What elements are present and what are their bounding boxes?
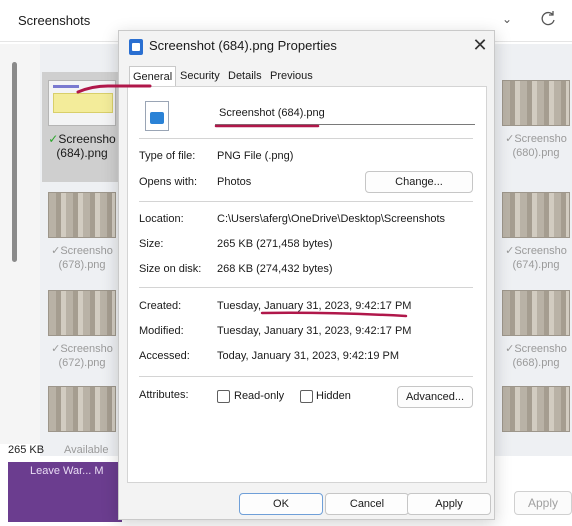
synced-check-icon: ✓ — [505, 343, 515, 355]
file-tile[interactable]: ✓Screensho (678).png — [42, 184, 122, 294]
size-label: Size: — [139, 238, 164, 250]
read-only-checkbox[interactable] — [217, 390, 230, 403]
tab-security[interactable]: Security — [177, 66, 223, 87]
hidden-checkbox[interactable] — [300, 390, 313, 403]
location-value: C:\Users\aferg\OneDrive\Desktop\Screensh… — [217, 213, 446, 225]
size-on-disk-value: 268 KB (274,432 bytes) — [217, 263, 333, 275]
dialog-title: Screenshot (684).png Properties — [149, 38, 337, 53]
filename-field[interactable]: Screenshot (684).png — [215, 103, 475, 125]
accessed-value: Today, January 31, 2023, 9:42:19 PM — [217, 350, 400, 362]
created-label: Created: — [139, 300, 182, 312]
modified-label: Modified: — [139, 325, 184, 337]
divider — [139, 287, 473, 288]
scrollbar[interactable] — [12, 62, 17, 262]
thumbnail-image — [502, 386, 570, 432]
divider — [139, 201, 473, 202]
hidden-label: Hidden — [316, 390, 351, 402]
divider — [139, 138, 473, 139]
status-size: 265 KB — [8, 444, 45, 456]
chevron-down-icon[interactable]: ⌄ — [502, 12, 518, 28]
properties-dialog: Screenshot (684).png Properties ✕ Genera… — [118, 30, 495, 520]
close-icon[interactable]: ✕ — [469, 34, 491, 56]
tab-general[interactable]: General — [129, 66, 177, 87]
advanced-button[interactable]: Advanced... — [397, 386, 473, 408]
synced-check-icon: ✓ — [51, 343, 61, 355]
thumbnail-image — [48, 80, 116, 126]
type-value: PNG File (.png) — [217, 150, 294, 162]
synced-check-icon: ✓ — [48, 132, 59, 146]
thumbnail-image — [48, 192, 116, 238]
file-label: ✓Screensho (674).png — [505, 245, 567, 271]
file-label: ✓Screensho (684).png — [48, 132, 116, 160]
ok-button[interactable]: OK — [239, 493, 323, 515]
thumbnail-image — [502, 80, 570, 126]
tab-previous-versions[interactable]: Previous Versions — [267, 66, 316, 102]
file-label: ✓Screensho (680).png — [505, 133, 567, 159]
file-label: ✓Screensho (668).png — [505, 343, 567, 369]
cancel-button[interactable]: Cancel — [325, 493, 409, 515]
file-label: ✓Screensho (672).png — [51, 343, 113, 369]
status-availability: Available — [64, 444, 109, 456]
file-label: ✓Screensho (678).png — [51, 245, 113, 271]
opens-with-value: Photos — [217, 176, 252, 188]
apply-button[interactable]: Apply — [407, 493, 491, 515]
read-only-label: Read-only — [234, 390, 285, 402]
accessed-label: Accessed: — [139, 350, 190, 362]
synced-check-icon: ✓ — [51, 245, 61, 257]
size-on-disk-label: Size on disk: — [139, 263, 202, 275]
file-tile[interactable]: ✓Screensho (668).png — [496, 282, 572, 392]
synced-check-icon: ✓ — [505, 245, 515, 257]
file-tile[interactable]: ✓Screensho (672).png — [42, 282, 122, 392]
thumbnail-image — [502, 192, 570, 238]
image-file-icon — [129, 39, 143, 55]
navigation-pane — [0, 44, 40, 444]
created-value: Tuesday, January 31, 2023, 9:42:17 PM — [217, 300, 412, 312]
size-value: 265 KB (271,458 bytes) — [217, 238, 333, 250]
attributes-label: Attributes: — [139, 389, 189, 401]
taskbar-app-label: Leave War... M — [30, 465, 104, 477]
general-tab-panel — [127, 86, 487, 483]
thumbnail-image — [502, 290, 570, 336]
type-label: Type of file: — [139, 150, 196, 162]
address-path[interactable]: Screenshots — [18, 13, 90, 28]
background-apply-button[interactable]: Apply — [514, 491, 572, 515]
file-tile[interactable] — [496, 378, 572, 438]
file-tile-selected[interactable]: ✓Screensho (684).png — [42, 72, 122, 182]
file-tile[interactable]: ✓Screensho (680).png — [496, 72, 572, 182]
refresh-icon[interactable] — [538, 9, 558, 29]
file-tile[interactable]: ✓Screensho (674).png — [496, 184, 572, 294]
file-tile[interactable] — [42, 378, 122, 438]
opens-with-label: Opens with: — [139, 176, 198, 188]
thumbnail-image — [48, 290, 116, 336]
synced-check-icon: ✓ — [505, 133, 515, 145]
location-label: Location: — [139, 213, 184, 225]
tab-details[interactable]: Details — [225, 66, 265, 87]
png-file-icon — [145, 101, 169, 131]
divider — [139, 376, 473, 377]
change-button[interactable]: Change... — [365, 171, 473, 193]
modified-value: Tuesday, January 31, 2023, 9:42:17 PM — [217, 325, 412, 337]
thumbnail-image — [48, 386, 116, 432]
